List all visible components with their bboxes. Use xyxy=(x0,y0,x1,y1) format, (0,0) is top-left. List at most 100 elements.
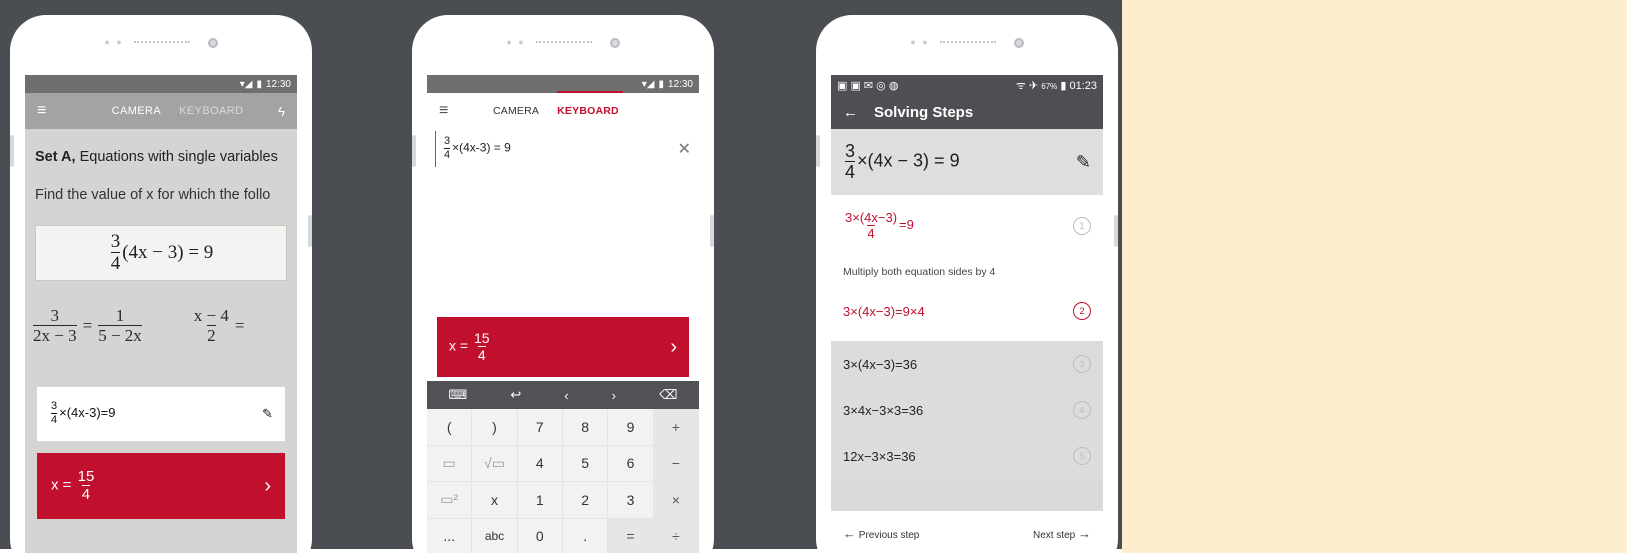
camera-view: Set A, Equations with single variables F… xyxy=(25,149,297,203)
keyboard-icon[interactable]: ⌨ xyxy=(449,387,468,403)
clear-icon[interactable]: ✕ xyxy=(678,139,691,159)
key[interactable]: 0 xyxy=(518,518,563,553)
key[interactable]: ( xyxy=(427,409,473,446)
phone-side-button xyxy=(308,215,312,247)
chevron-right-icon: › xyxy=(264,474,271,497)
fraction-key[interactable]: ▭ xyxy=(427,445,473,482)
backspace-icon[interactable]: ⌫ xyxy=(659,387,677,403)
key[interactable]: 3 xyxy=(608,482,654,519)
step-item[interactable]: 12x−3×3=36 5 xyxy=(831,433,1103,479)
wifi-icon: ᯤ xyxy=(1015,79,1026,92)
airplane-icon: ✈ xyxy=(1028,79,1039,92)
phone-side-button xyxy=(412,135,416,167)
key[interactable]: 5 xyxy=(562,445,609,482)
status-time: 01:23 xyxy=(1069,79,1097,92)
key[interactable]: 4 xyxy=(517,445,563,482)
edit-pencil-icon[interactable]: ✎ xyxy=(262,406,273,422)
key[interactable]: 2 xyxy=(562,482,609,519)
scan-frame[interactable]: 34 (4x − 3) = 9 xyxy=(35,225,287,281)
phone-keyboard-mode: ● ● ▾◢ ▮ 12:30 ≡ CAMERA KEYBOARD 3 4 ×(4x-… xyxy=(412,15,714,553)
phone-side-button xyxy=(1114,215,1118,247)
page-title: Solving Steps xyxy=(874,103,974,121)
worksheet-equations: 3 2x − 3 = 15 − 2x x − 42 = xyxy=(33,306,245,345)
key[interactable]: − xyxy=(653,445,699,482)
app-toolbar: ≡ CAMERA KEYBOARD ϟ xyxy=(25,93,297,129)
tab-camera[interactable]: CAMERA xyxy=(493,105,539,117)
answer-card[interactable]: x = 15 4 › xyxy=(437,317,689,377)
more-key[interactable]: ... xyxy=(427,518,473,553)
key[interactable]: = xyxy=(608,518,654,553)
upcoming-steps: 3×(4x−3)=36 3 3×4x−3×3=36 4 12x−3×3=36 5 xyxy=(831,341,1103,479)
menu-icon[interactable]: ≡ xyxy=(37,102,77,120)
phone-camera-mode: ● ● ▾◢ ▮ 12:30 ≡ CAMERA KEYBOARD ϟ Set A… xyxy=(10,15,312,553)
step-number-badge: 2 xyxy=(1073,302,1091,320)
key[interactable]: 1 xyxy=(517,482,563,519)
chevron-right-icon: › xyxy=(670,335,677,358)
key[interactable]: ÷ xyxy=(653,518,699,553)
sqrt-key[interactable]: √▭ xyxy=(472,445,518,482)
cursor-right-icon[interactable]: › xyxy=(612,388,616,403)
phone-side-button xyxy=(10,135,14,167)
back-arrow-icon[interactable]: ← xyxy=(843,104,858,121)
key[interactable]: . xyxy=(563,518,609,553)
worksheet-heading: Set A, Equations with single variables xyxy=(35,149,278,165)
abc-key[interactable]: abc xyxy=(472,518,518,553)
step-hint: Multiply both equation sides by 4 xyxy=(843,266,996,278)
step-navigation: ← Previous step Next step → xyxy=(831,511,1103,553)
tab-keyboard[interactable]: KEYBOARD xyxy=(179,105,243,117)
edit-pencil-icon[interactable]: ✎ xyxy=(1076,152,1091,173)
step-number-badge: 5 xyxy=(1073,447,1091,465)
notification-icons: ▣ ▣ ✉ ◎ ◍ xyxy=(837,79,899,92)
app-toolbar: ≡ CAMERA KEYBOARD xyxy=(427,91,699,129)
steps-header: ← Solving Steps xyxy=(831,95,1103,129)
phone-earpiece: ● ● xyxy=(10,37,312,48)
step-item[interactable]: 3×(4x−3)=36 3 xyxy=(831,341,1103,387)
key[interactable]: + xyxy=(653,409,699,446)
key[interactable]: ) xyxy=(472,409,518,446)
battery-icon: ▮ xyxy=(658,78,664,90)
steps-screen: ▣ ▣ ✉ ◎ ◍ ᯤ ✈ 67% ▮ 01:23 ← Solving Step… xyxy=(831,75,1103,553)
tab-camera[interactable]: CAMERA xyxy=(112,105,161,117)
key[interactable]: 9 xyxy=(608,409,654,446)
keyboard-toolbar: ⌨ ↩ ‹ › ⌫ xyxy=(427,381,699,409)
phone-solving-steps: ● ● ▣ ▣ ✉ ◎ ◍ ᯤ ✈ 67% ▮ 01:23 ← Solving … xyxy=(816,15,1118,553)
step-number-badge: 3 xyxy=(1073,355,1091,373)
math-keypad: ( ) 7 8 9 + ▭ √▭ 4 5 6 − ▭² x 1 2 3 × ..… xyxy=(427,409,699,553)
scanned-equation: (4x − 3) = 9 xyxy=(122,242,214,263)
arrow-left-icon: ← xyxy=(843,525,856,541)
key[interactable]: 8 xyxy=(562,409,609,446)
status-time: 12:30 xyxy=(265,78,291,90)
equation-input[interactable]: 3 4 ×(4x-3) = 9 ✕ xyxy=(435,131,691,167)
enter-icon[interactable]: ↩ xyxy=(510,387,521,403)
recognized-equation-card[interactable]: 3 4 ×(4x-3)=9 ✎ xyxy=(37,387,285,441)
key[interactable]: x xyxy=(472,482,518,519)
phone-side-button xyxy=(816,135,820,167)
answer-card[interactable]: x = 15 4 › xyxy=(37,453,285,519)
flash-icon[interactable]: ϟ xyxy=(278,104,285,119)
status-time: 12:30 xyxy=(667,78,693,90)
tab-keyboard[interactable]: KEYBOARD xyxy=(557,105,619,117)
cursor-left-icon[interactable]: ‹ xyxy=(564,388,568,403)
keyboard-screen: ▾◢ ▮ 12:30 ≡ CAMERA KEYBOARD 3 4 ×(4x-3) =… xyxy=(427,75,699,553)
step-item[interactable]: 3×(4x−3)=9×4 2 xyxy=(831,287,1103,335)
wifi-icon: ▾◢ xyxy=(239,78,253,90)
key[interactable]: × xyxy=(653,482,699,519)
active-tab-indicator xyxy=(557,91,623,93)
status-bar: ▣ ▣ ✉ ◎ ◍ ᯤ ✈ 67% ▮ 01:23 xyxy=(831,75,1103,95)
phone-side-button xyxy=(710,215,714,247)
step-item[interactable]: 3×4x−3×3=36 4 xyxy=(831,387,1103,433)
previous-step-button[interactable]: ← Previous step xyxy=(843,526,919,541)
next-step-button[interactable]: Next step → xyxy=(1033,526,1091,541)
active-steps: 3×(4x−3) 4 =9 1 Multiply both equation sid… xyxy=(831,195,1103,341)
battery-icon: ▮ xyxy=(256,78,262,90)
status-bar: ▾◢ ▮ 12:30 xyxy=(25,75,297,93)
worksheet-instruction: Find the value of x for which the follo xyxy=(35,187,271,203)
step-item[interactable]: 3×(4x−3) 4 =9 1 xyxy=(831,195,1103,257)
key[interactable]: 6 xyxy=(608,445,654,482)
menu-icon[interactable]: ≡ xyxy=(439,102,493,120)
mode-tabs: CAMERA KEYBOARD xyxy=(77,105,278,117)
power-key[interactable]: ▭² xyxy=(427,482,473,519)
problem-equation: 3 4 ×(4x − 3) = 9 ✎ xyxy=(831,129,1103,195)
key[interactable]: 7 xyxy=(517,409,563,446)
step-number-badge: 4 xyxy=(1073,401,1091,419)
